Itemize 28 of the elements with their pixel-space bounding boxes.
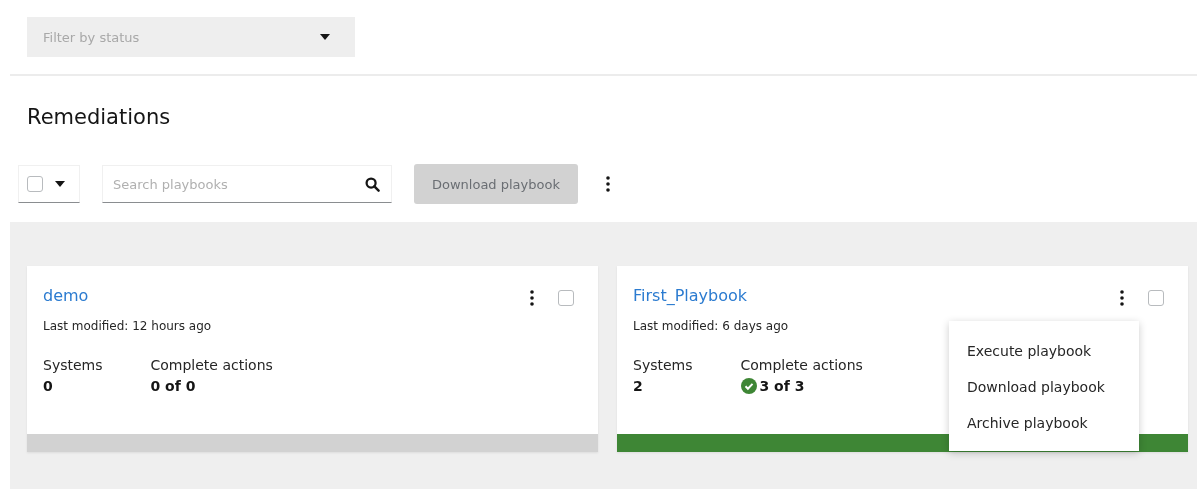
last-modified-text: Last modified: 12 hours ago: [42, 318, 213, 333]
stat-value: 0: [43, 378, 54, 394]
checkbox[interactable]: [1148, 290, 1164, 306]
kebab-icon: [1120, 290, 1124, 306]
playbook-link[interactable]: First_Playbook: [633, 286, 748, 305]
search-icon: [365, 177, 380, 192]
stat-label: Systems: [43, 357, 103, 373]
checkbox[interactable]: [558, 290, 574, 306]
stat-value: 2: [633, 378, 644, 394]
checkbox[interactable]: [27, 176, 43, 192]
caret-icon: [55, 181, 65, 187]
search-field[interactable]: Search playbooks: [102, 165, 392, 203]
menu-item[interactable]: Download playbook: [949, 369, 1139, 405]
kebab-icon: [605, 176, 610, 192]
playbook-link[interactable]: demo: [43, 286, 89, 305]
stat-label: Systems: [633, 357, 693, 373]
last-modified-text: Last modified: 6 days ago: [632, 318, 790, 333]
menu-item[interactable]: Execute playbook: [949, 333, 1139, 369]
stat-label: Complete actions: [740, 357, 863, 373]
filter-dropdown[interactable]: Filter by status: [27, 17, 355, 57]
caret-icon: [320, 34, 330, 40]
bulk-select-dropdown[interactable]: [18, 165, 80, 203]
stat-value: 3 of 3: [759, 378, 805, 394]
stat-label: Complete actions: [150, 357, 273, 373]
menu-item[interactable]: Archive playbook: [949, 405, 1139, 441]
stat-value: 0 of 0: [150, 378, 196, 394]
page-title: Remediations: [27, 105, 172, 131]
kebab-icon: [530, 290, 534, 306]
